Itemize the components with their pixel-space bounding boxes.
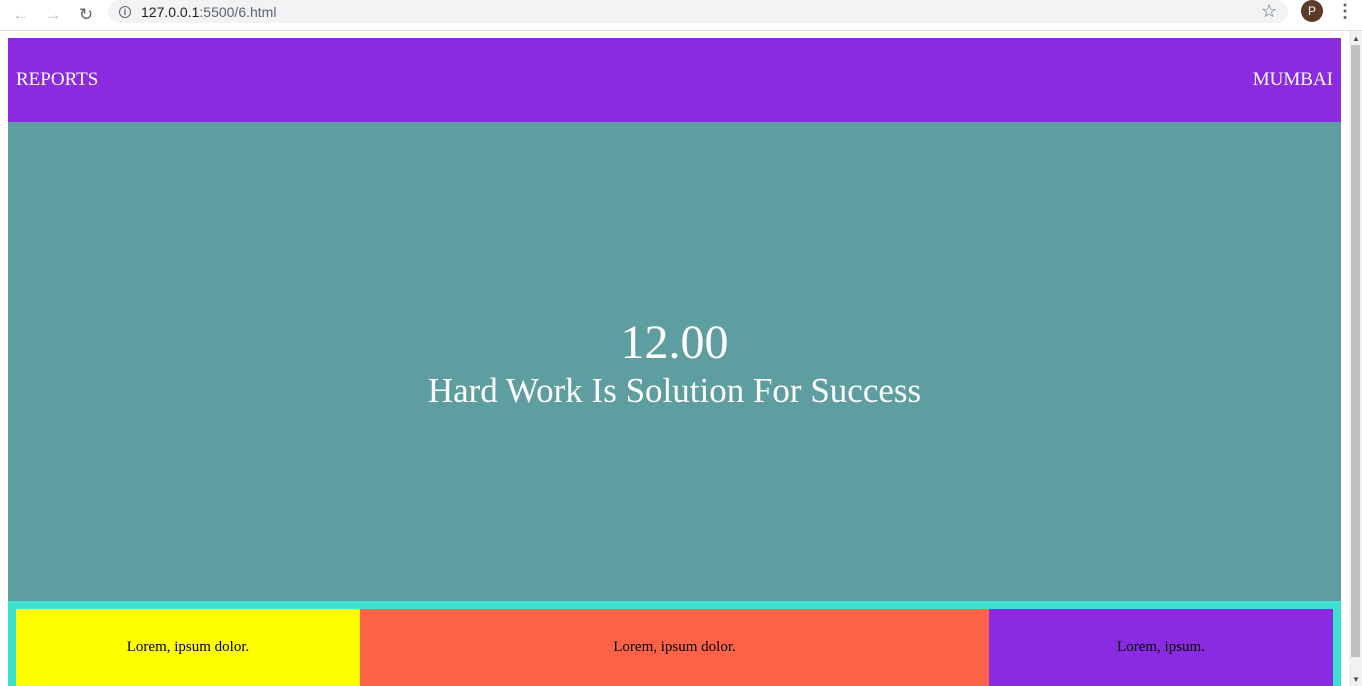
hero-section: 12.00 Hard Work Is Solution For Success: [8, 122, 1341, 601]
footer-section: Lorem, ipsum dolor. Lorem, ipsum dolor. …: [8, 601, 1341, 686]
address-bar[interactable]: i 127.0.0.1:5500/6.html: [108, 0, 1288, 23]
vertical-scrollbar[interactable]: ▲ ▼: [1349, 31, 1362, 686]
url-text[interactable]: 127.0.0.1:5500/6.html: [141, 4, 276, 20]
forward-button[interactable]: →: [41, 3, 65, 27]
footer-box-yellow: Lorem, ipsum dolor.: [16, 609, 360, 686]
footer-box-purple: Lorem, ipsum.: [989, 609, 1333, 686]
vertical-dots-icon[interactable]: ⋮: [1336, 1, 1354, 22]
footer-box-tomato: Lorem, ipsum dolor.: [360, 609, 989, 686]
page-header: REPORTS MUMBAI: [8, 38, 1341, 122]
back-button[interactable]: ←: [9, 3, 33, 27]
scroll-up-icon[interactable]: ▲: [1352, 34, 1360, 43]
hero-tagline: Hard Work Is Solution For Success: [427, 371, 922, 410]
star-icon[interactable]: ☆: [1261, 1, 1277, 22]
browser-toolbar: ← → ↻ i 127.0.0.1:5500/6.html ☆ P ⋮: [0, 0, 1362, 31]
header-location: MUMBAI: [1252, 69, 1333, 90]
footer-box-text: Lorem, ipsum dolor.: [613, 639, 736, 655]
footer-box-text: Lorem, ipsum.: [1117, 639, 1205, 655]
reload-button[interactable]: ↻: [74, 3, 98, 27]
reload-icon: ↻: [78, 5, 94, 24]
scroll-down-icon[interactable]: ▼: [1352, 675, 1360, 684]
arrow-left-icon: ←: [12, 5, 30, 24]
footer-box-text: Lorem, ipsum dolor.: [126, 639, 250, 655]
hero-time: 12.00: [620, 316, 729, 369]
avatar[interactable]: P: [1301, 0, 1323, 22]
arrow-right-icon: →: [44, 5, 62, 24]
header-title: REPORTS: [16, 69, 99, 90]
info-icon[interactable]: i: [119, 5, 131, 18]
scrollbar-thumb[interactable]: [1351, 45, 1360, 657]
